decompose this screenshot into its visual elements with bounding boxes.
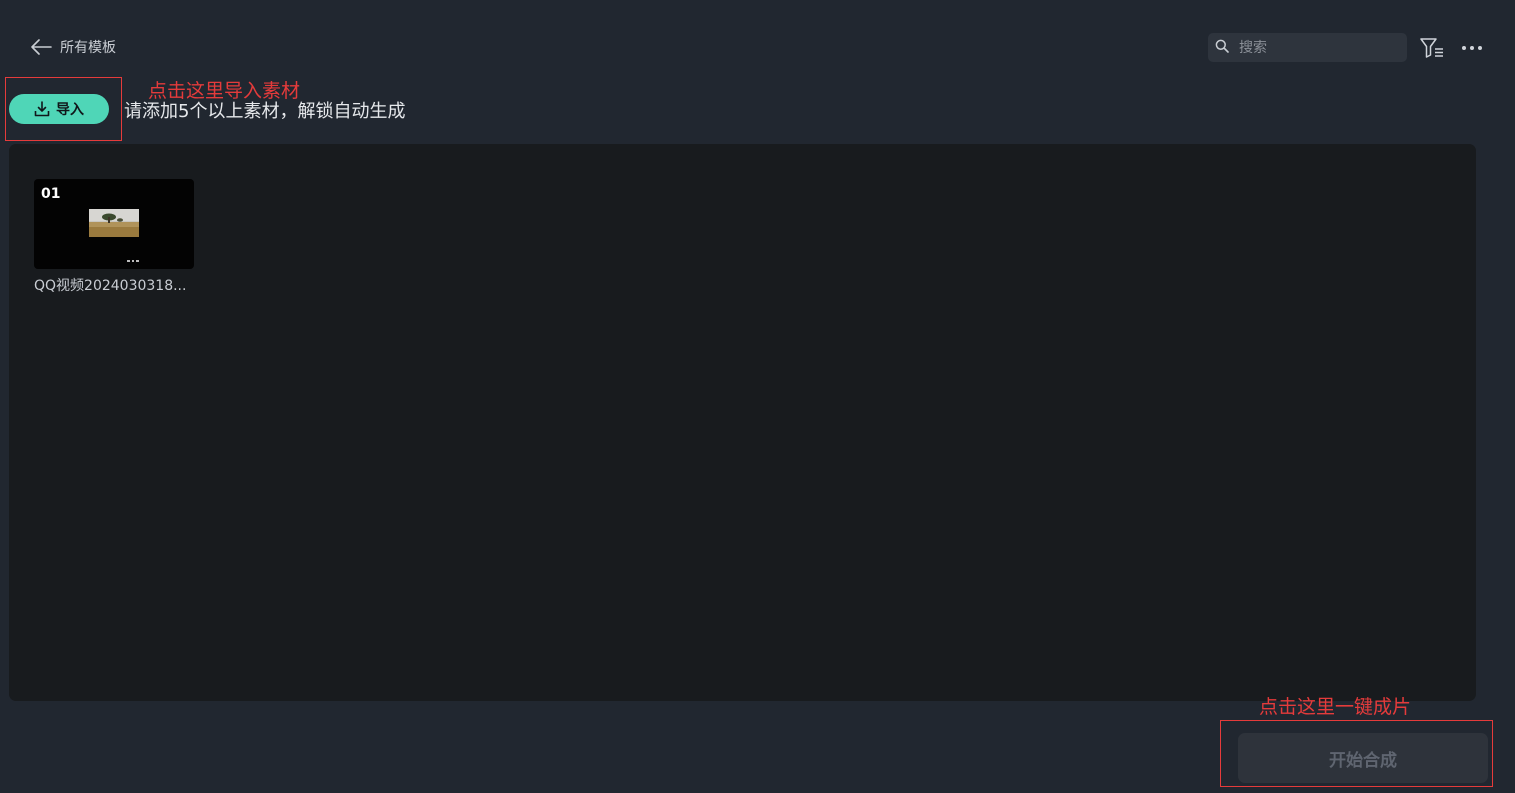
start-compose-button[interactable]: 开始合成 — [1238, 733, 1488, 783]
download-icon — [34, 101, 56, 117]
search-box[interactable] — [1208, 33, 1407, 62]
more-button[interactable] — [1460, 40, 1484, 56]
back-button[interactable]: 所有模板 — [30, 35, 116, 59]
search-icon — [1215, 38, 1229, 57]
import-button[interactable]: 导入 — [9, 94, 109, 124]
filter-button[interactable] — [1420, 37, 1446, 59]
more-icon — [1460, 41, 1484, 60]
import-hint: 请添加5个以上素材，解锁自动生成 — [124, 101, 406, 122]
watermark-icon — [127, 260, 139, 262]
filter-icon — [1420, 38, 1446, 63]
start-annotation-text: 点击这里一键成片 — [1259, 696, 1412, 718]
material-card[interactable]: 01 QQ视频2024030318... — [34, 179, 194, 295]
search-input[interactable] — [1237, 38, 1401, 57]
material-index: 01 — [41, 186, 61, 202]
material-panel — [9, 144, 1476, 701]
back-label: 所有模板 — [60, 40, 116, 56]
start-compose-label: 开始合成 — [1329, 750, 1397, 771]
landscape-preview-image — [89, 209, 139, 237]
material-thumbnail[interactable]: 01 — [34, 179, 194, 269]
material-name: QQ视频2024030318... — [34, 278, 187, 294]
back-arrow-icon — [30, 39, 52, 55]
import-label: 导入 — [56, 102, 84, 118]
